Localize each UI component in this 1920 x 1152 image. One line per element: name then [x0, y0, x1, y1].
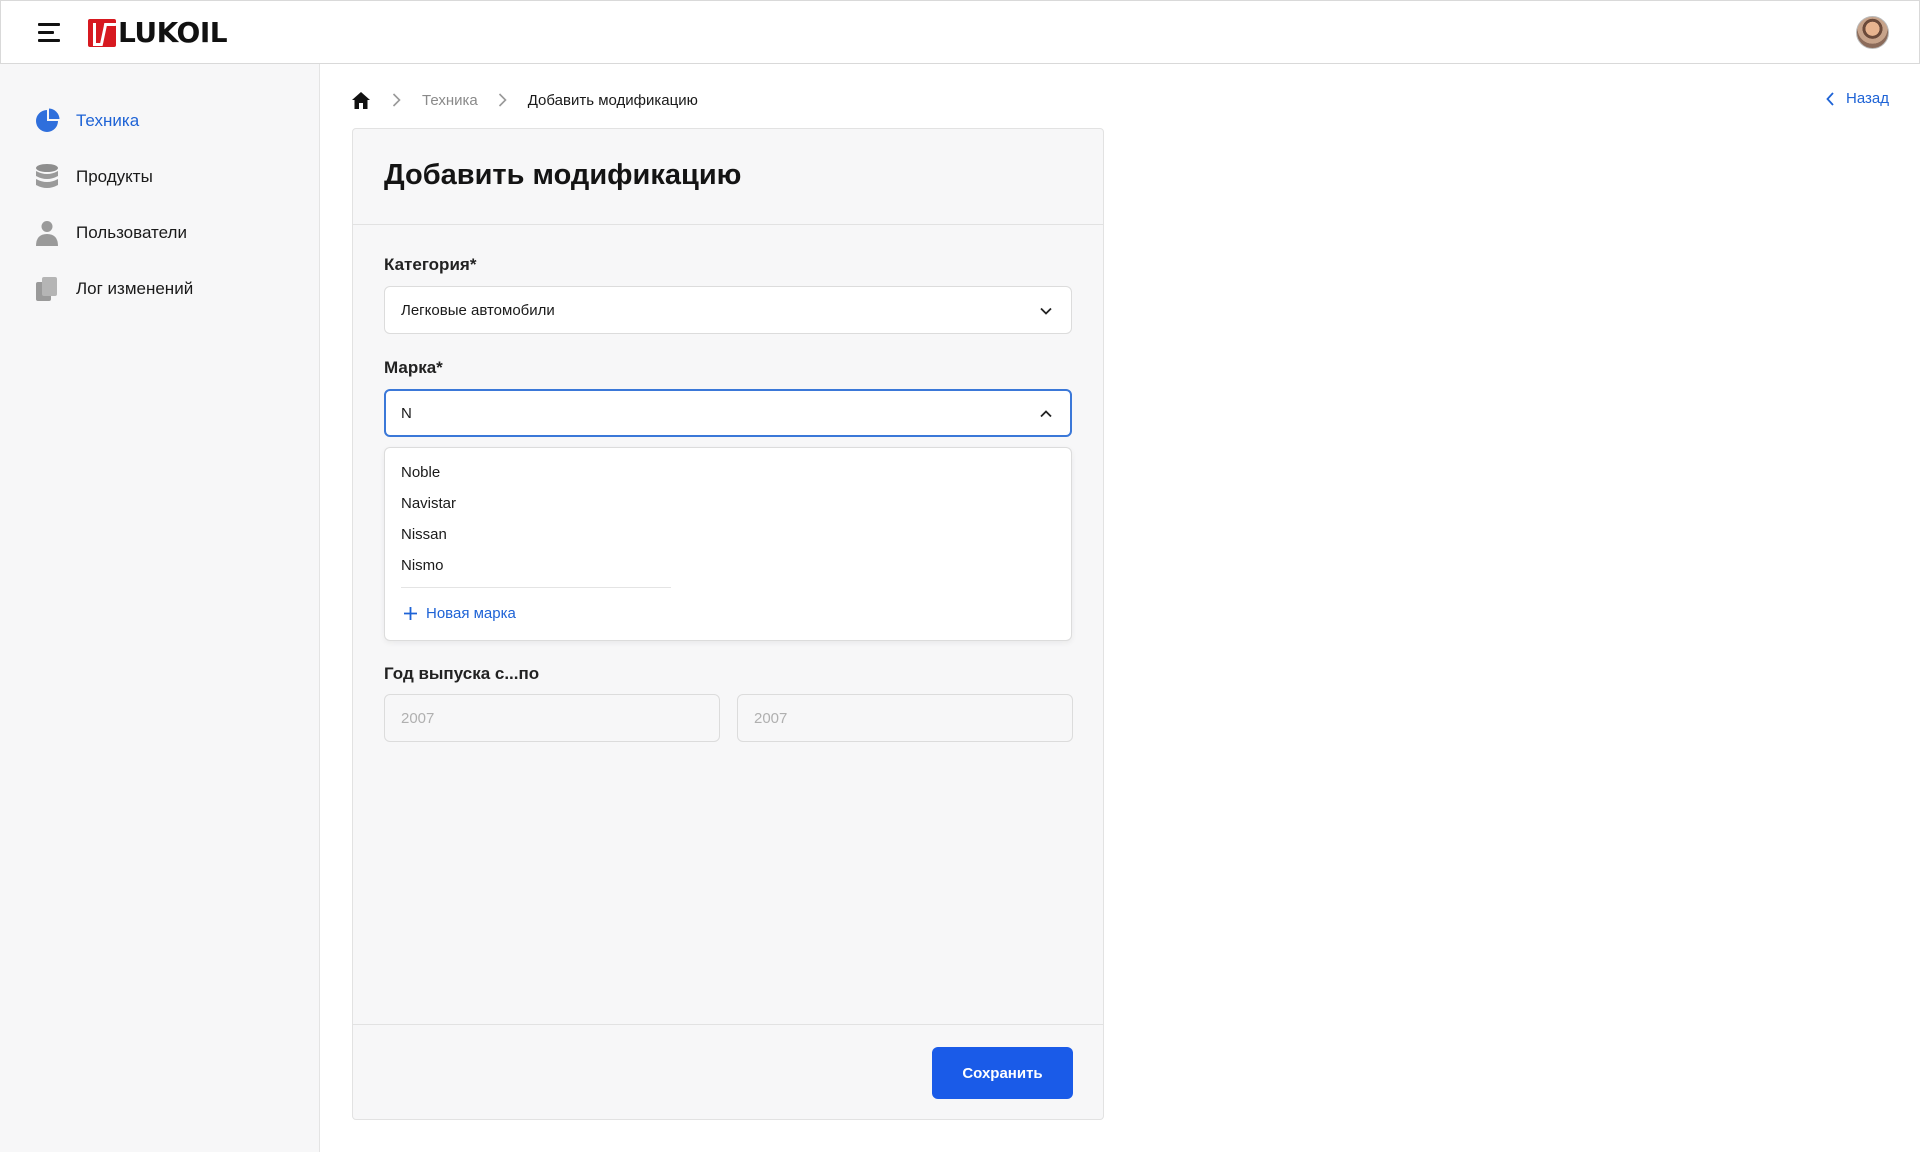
chevron-right-icon	[498, 93, 508, 107]
breadcrumb-current: Добавить модификацию	[527, 91, 698, 109]
sidebar: Техника Продукты Пользователи Лог измене…	[0, 64, 320, 1152]
card-footer-divider	[353, 1024, 1103, 1025]
database-icon	[34, 164, 60, 190]
brand-option[interactable]: Noble	[401, 464, 1041, 481]
year-to-placeholder: 2007	[754, 710, 788, 727]
chevron-down-icon	[1040, 307, 1052, 315]
back-link-label: Назад	[1846, 90, 1889, 107]
breadcrumb-technika[interactable]: Техника	[422, 92, 478, 109]
year-from-placeholder: 2007	[401, 710, 435, 727]
sidebar-item-changelog[interactable]: Лог изменений	[34, 274, 294, 304]
sidebar-item-products[interactable]: Продукты	[34, 162, 294, 192]
category-select[interactable]: Легковые автомобили	[384, 286, 1072, 334]
new-brand-button[interactable]: Новая марка	[403, 605, 516, 622]
lukoil-logo-mark	[88, 19, 116, 47]
top-bar: LUKOIL	[0, 0, 1920, 64]
page-title: Добавить модификацию	[384, 159, 742, 191]
sidebar-item-technika[interactable]: Техника	[34, 106, 294, 136]
years-label: Год выпуска с...по	[384, 664, 540, 683]
brand-input-value[interactable]: N	[401, 405, 412, 422]
save-button[interactable]: Сохранить	[932, 1047, 1073, 1099]
user-avatar[interactable]	[1856, 16, 1889, 49]
brand-option[interactable]: Navistar	[401, 495, 1041, 512]
sidebar-item-label: Техника	[76, 111, 140, 130]
home-icon[interactable]	[352, 90, 372, 110]
year-from-input[interactable]: 2007	[384, 694, 720, 742]
chevron-right-icon	[392, 93, 402, 107]
documents-icon	[34, 276, 60, 302]
sidebar-item-users[interactable]: Пользователи	[34, 218, 294, 248]
chevron-up-icon	[1040, 410, 1052, 418]
brand-dropdown: Noble Navistar Nissan Nismo Новая марка	[384, 447, 1072, 641]
sidebar-item-label: Пользователи	[76, 223, 187, 242]
new-brand-label: Новая марка	[426, 605, 516, 622]
plus-icon	[404, 607, 417, 620]
logo-text: LUKOIL	[118, 16, 228, 49]
lukoil-logo[interactable]: LUKOIL	[88, 16, 228, 49]
year-to-input[interactable]: 2007	[737, 694, 1073, 742]
sidebar-item-label: Лог изменений	[76, 279, 194, 298]
sidebar-item-label: Продукты	[76, 167, 153, 186]
brand-option[interactable]: Nismo	[401, 557, 1041, 574]
hamburger-icon[interactable]	[38, 23, 60, 43]
brand-select[interactable]: N	[384, 389, 1072, 437]
breadcrumb: Техника Добавить модификацию	[352, 88, 698, 112]
card-header: Добавить модификацию	[353, 129, 1103, 225]
form-card: Добавить модификацию Категория* Легковые…	[352, 128, 1104, 1120]
category-value: Легковые автомобили	[401, 302, 555, 319]
pie-chart-icon	[34, 108, 60, 134]
back-link[interactable]: Назад	[1826, 90, 1889, 107]
brand-option[interactable]: Nissan	[401, 526, 1041, 543]
brand-label: Марка*	[384, 358, 443, 377]
dropdown-divider	[401, 587, 671, 588]
chevron-left-icon	[1826, 91, 1834, 106]
category-label: Категория*	[384, 255, 477, 274]
user-icon	[34, 220, 60, 246]
